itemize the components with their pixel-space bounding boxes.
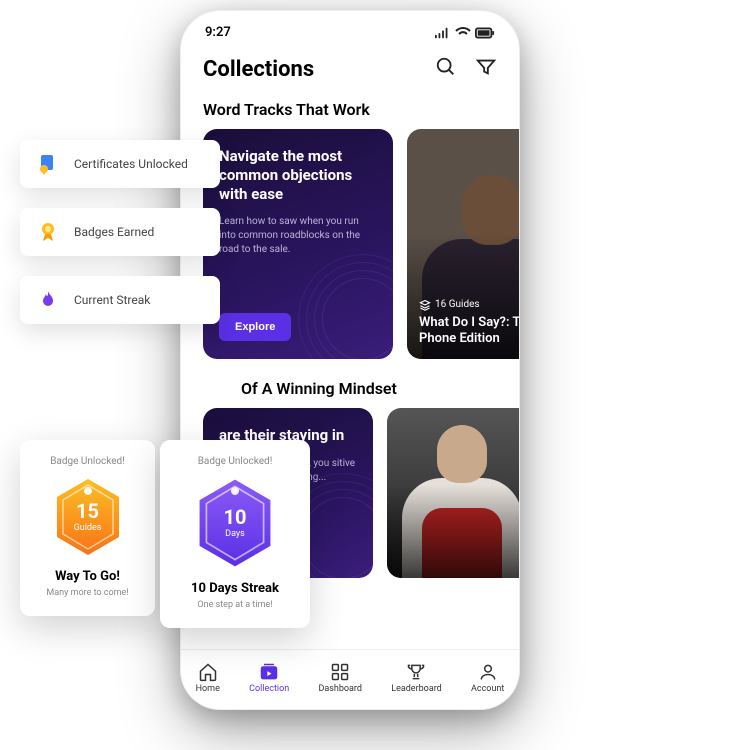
stat-label: Badges Earned <box>74 225 154 239</box>
status-time: 9:27 <box>205 25 231 40</box>
stack-icon <box>419 299 431 311</box>
decorative-spiral <box>293 249 393 359</box>
badge-unit: Days <box>225 529 245 539</box>
stat-label: Current Streak <box>74 293 150 307</box>
badge-name: Way To Go! <box>32 569 143 584</box>
tab-bar: Home Collection Dashboard Leaderboard Ac… <box>181 649 519 709</box>
badge-subtitle: Many more to come! <box>32 588 143 598</box>
signal-icon <box>435 27 451 39</box>
medal-icon <box>34 218 62 246</box>
badge-subtitle: One step at a time! <box>172 600 298 610</box>
badge-hexagon: 10 Days <box>195 477 275 569</box>
collection-icon <box>259 662 279 682</box>
search-icon <box>435 56 457 78</box>
tab-collection[interactable]: Collection <box>249 662 289 694</box>
status-icons <box>435 27 495 39</box>
stat-label: Certificates Unlocked <box>74 157 188 171</box>
section-1-scroller[interactable]: Navigate the most common objections with… <box>181 129 519 369</box>
badge-unit: Guides <box>74 523 102 533</box>
home-icon <box>198 662 218 682</box>
search-button[interactable] <box>435 56 457 82</box>
battery-icon <box>475 27 495 39</box>
badge-card-guides: Badge Unlocked! 15 Guides Way To Go! Man… <box>20 440 155 616</box>
trophy-icon <box>406 662 426 682</box>
flame-icon <box>34 286 62 314</box>
tab-leaderboard[interactable]: Leaderboard <box>391 662 442 694</box>
collection-card[interactable] <box>387 408 520 578</box>
status-bar: 9:27 <box>181 11 519 46</box>
wifi-icon <box>455 27 471 39</box>
dashboard-icon <box>330 662 350 682</box>
badge-header: Badge Unlocked! <box>32 456 143 467</box>
filter-button[interactable] <box>475 56 497 82</box>
intro-card[interactable]: Navigate the most common objections with… <box>203 129 393 359</box>
badge-header: Badge Unlocked! <box>172 456 298 467</box>
stat-badges: Badges Earned <box>20 208 220 256</box>
tab-label: Dashboard <box>318 684 362 694</box>
guides-meta: 16 Guides <box>419 299 520 311</box>
badge-number: 10 <box>224 507 247 527</box>
filter-icon <box>475 56 497 78</box>
badge-hexagon: 15 Guides <box>53 477 123 557</box>
stat-certificates: Certificates Unlocked <box>20 140 220 188</box>
tab-label: Collection <box>249 684 289 694</box>
page-header: Collections <box>181 46 519 90</box>
tab-home[interactable]: Home <box>196 662 220 694</box>
stat-streak: Current Streak <box>20 276 220 324</box>
badge-card-streak: Badge Unlocked! 10 Days 10 Days Streak O… <box>160 440 310 628</box>
tab-label: Account <box>471 684 504 694</box>
badge-number: 15 <box>76 501 99 521</box>
page-title: Collections <box>203 57 314 82</box>
tab-account[interactable]: Account <box>471 662 504 694</box>
tab-dashboard[interactable]: Dashboard <box>318 662 362 694</box>
card-title: What Do I Say?: The Phone Edition <box>419 315 520 348</box>
certificate-icon <box>34 150 62 178</box>
tab-label: Home <box>196 684 220 694</box>
section-title-2: Of A Winning Mindset <box>181 369 519 408</box>
explore-button[interactable]: Explore <box>219 313 291 341</box>
collection-card[interactable]: 23 min 16 Guides What Do I Say?: The Pho… <box>407 129 520 359</box>
tab-label: Leaderboard <box>391 684 442 694</box>
badge-name: 10 Days Streak <box>172 581 298 596</box>
intro-title: Navigate the most common objections with… <box>219 147 377 203</box>
section-title-1: Word Tracks That Work <box>181 90 519 129</box>
account-icon <box>478 662 498 682</box>
